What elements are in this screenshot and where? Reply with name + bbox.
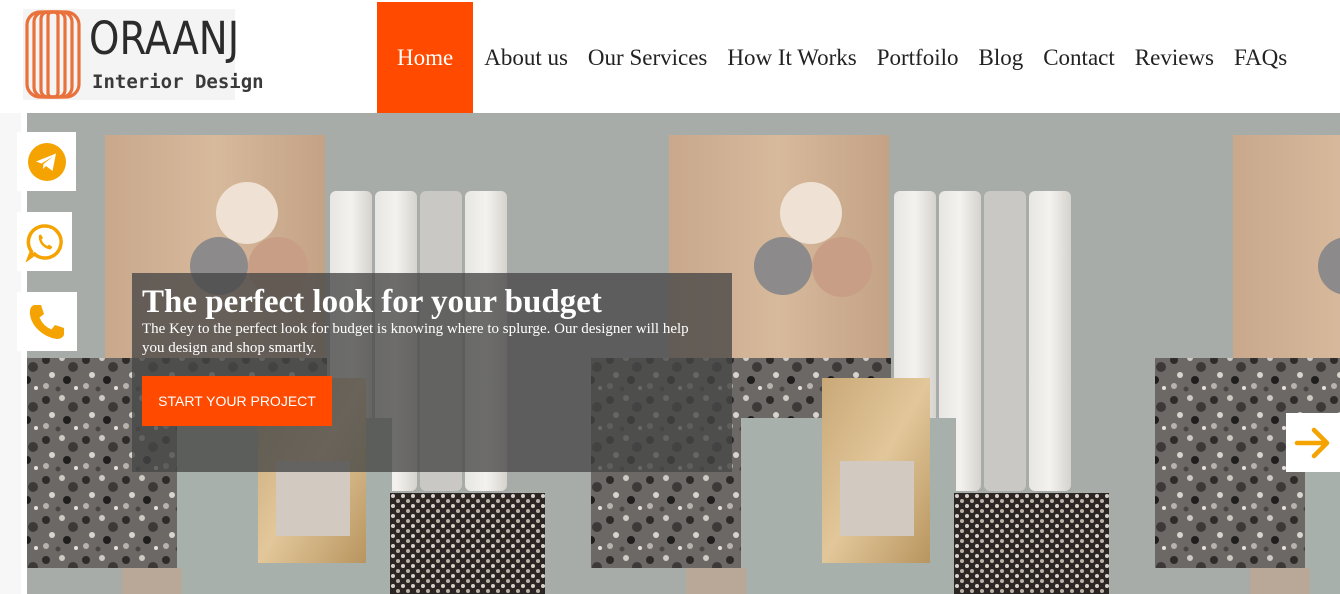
- nav-item-faqs[interactable]: FAQs: [1224, 2, 1297, 113]
- hero-slider: The perfect look for your budget The Key…: [0, 113, 1340, 594]
- nav-item-about-us[interactable]: About us: [474, 2, 578, 113]
- whatsapp-button[interactable]: [17, 212, 72, 271]
- nav-item-reviews[interactable]: Reviews: [1125, 2, 1224, 113]
- nav-item-blog[interactable]: Blog: [968, 2, 1033, 113]
- nav-item-portfolio[interactable]: Portfoilo: [867, 2, 969, 113]
- main-nav: Home About us Our Services How It Works …: [377, 2, 1297, 113]
- logo-mark-icon: [25, 10, 81, 99]
- telegram-icon: [27, 142, 66, 181]
- hero-caption: The perfect look for your budget The Key…: [132, 273, 732, 472]
- nav-item-how-it-works[interactable]: How It Works: [717, 2, 866, 113]
- brand-name: ORAANJ: [89, 12, 240, 65]
- nav-item-contact[interactable]: Contact: [1033, 2, 1125, 113]
- phone-button[interactable]: [17, 292, 77, 351]
- hero-description: The Key to the perfect look for budget i…: [142, 321, 689, 356]
- arrow-right-icon: [1294, 427, 1330, 458]
- hero-title: The perfect look for your budget: [142, 284, 602, 320]
- whatsapp-icon: [25, 223, 63, 262]
- site-header: ORAANJ Interior Design Home About us Our…: [0, 0, 1340, 113]
- nav-item-home[interactable]: Home: [377, 2, 474, 113]
- telegram-button[interactable]: [17, 132, 76, 191]
- start-project-button[interactable]: START YOUR PROJECT: [142, 376, 332, 426]
- next-slide-button[interactable]: [1286, 413, 1340, 472]
- brand-tagline: Interior Design: [92, 71, 264, 93]
- nav-item-our-services[interactable]: Our Services: [578, 2, 717, 113]
- brand-logo[interactable]: ORAANJ Interior Design: [23, 9, 264, 100]
- phone-icon: [29, 304, 64, 339]
